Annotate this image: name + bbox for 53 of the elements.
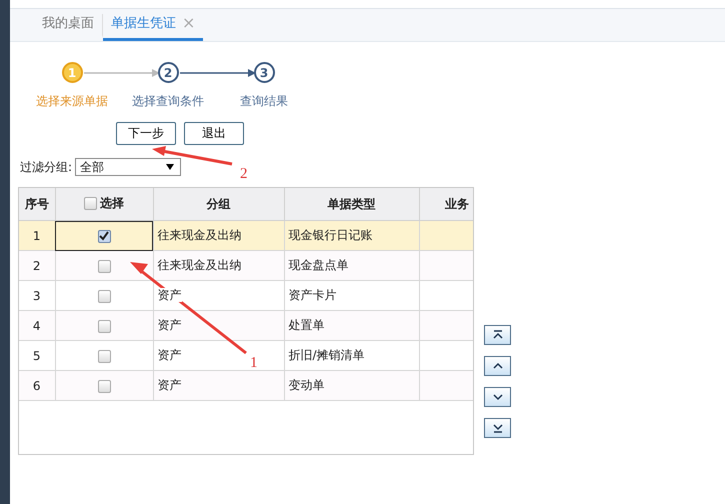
table-row[interactable]: 2 往来现金及出纳 现金盘点单 [19,250,473,280]
tab[interactable]: 我的桌面 [34,14,103,38]
table-cell: 现金银行日记账 [288,228,372,242]
next-button[interactable]: 下一步 [116,122,176,145]
table-cell: 处置单 [288,318,324,332]
table-row[interactable]: 6 资产 变动单 [19,370,473,400]
select-all-checkbox[interactable] [84,197,97,210]
column-header: 分组 [153,188,284,220]
table-cell: 6 [19,370,55,400]
table-cell: 变动单 [288,378,324,392]
row-checkbox[interactable] [98,230,110,243]
move-bottom-icon [490,422,504,434]
filter-label: 过滤分组: [20,158,72,176]
table-cell: 往来现金及出纳 [158,258,242,272]
step-label: 查询结果 [240,93,288,110]
row-checkbox[interactable] [98,380,110,393]
table-cell: 1 [19,220,55,250]
table-cell: 资产卡片 [288,288,336,302]
table-cell: 4 [19,310,55,340]
move-top-icon [490,329,504,341]
column-header: 序号 [19,188,55,220]
table-cell: 资产 [158,288,182,302]
table-cell: 资产 [158,348,182,362]
move-top-button[interactable] [484,325,511,345]
group-dropdown[interactable]: 全部 [75,158,182,176]
annotation-number: 1 [250,355,258,372]
column-header: 选择 [100,195,124,212]
step-number: 2 [158,62,178,83]
table-cell: 折旧/摊销清单 [288,348,365,362]
table-cell: 往来现金及出纳 [158,228,242,242]
step-number: 1 [62,62,82,83]
table-cell: 现金盘点单 [288,258,348,272]
table-cell: 资产 [158,318,182,332]
row-checkbox[interactable] [98,320,110,333]
row-checkbox[interactable] [98,290,110,303]
table-cell: 2 [19,250,55,280]
table-row[interactable]: 1 往来现金及出纳 现金银行日记账 [19,220,473,250]
exit-button[interactable]: 退出 [184,122,244,145]
step-label: 选择来源单据 [36,93,108,110]
annotation-number: 2 [240,166,248,183]
step-label: 选择查询条件 [132,93,204,110]
table-row[interactable]: 4 资产 处置单 [19,310,473,340]
move-up-button[interactable] [484,356,511,376]
tab[interactable]: 单据生凭证 × [103,14,204,41]
step-number: 3 [254,62,274,83]
table-cell: 资产 [158,378,182,392]
column-header: 单据类型 [284,188,419,220]
row-checkbox[interactable] [98,260,110,273]
column-header: 业务 [419,188,473,220]
row-checkbox[interactable] [98,350,110,363]
move-down-button[interactable] [484,387,511,407]
move-bottom-button[interactable] [484,418,511,438]
dropdown-icon [166,164,174,170]
